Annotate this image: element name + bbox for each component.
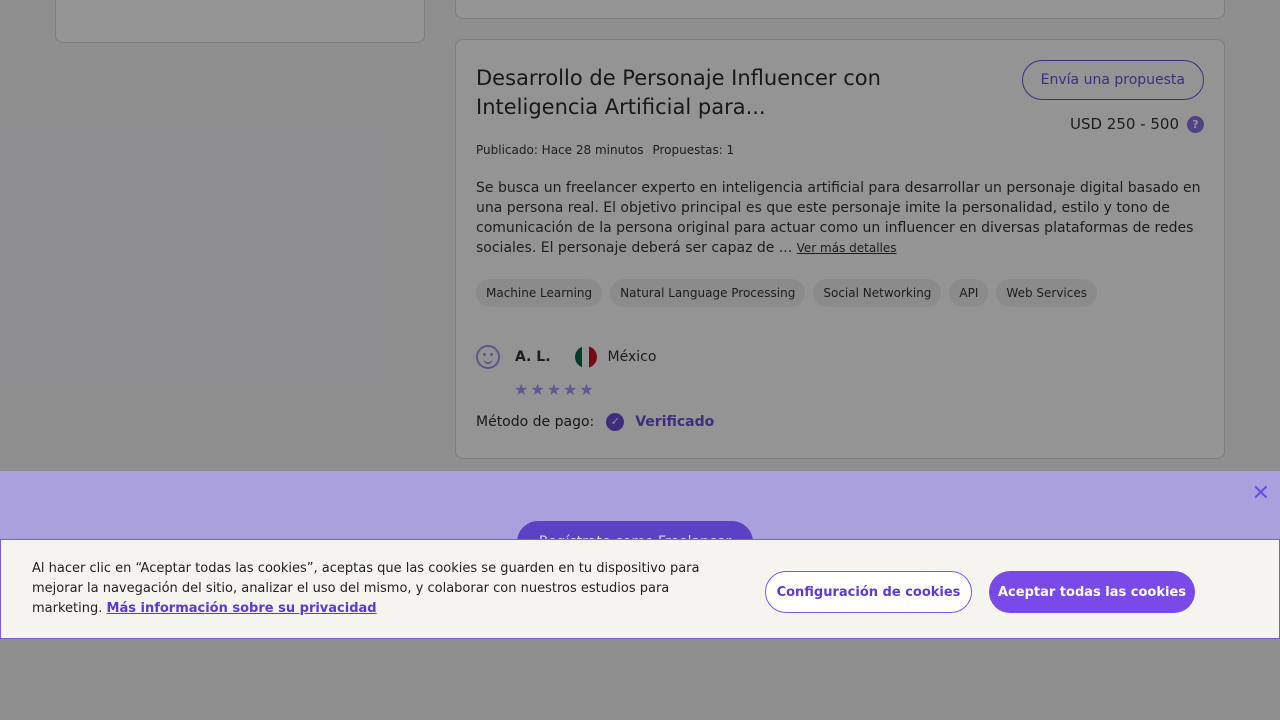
accept-cookies-button[interactable]: Aceptar todas las cookies	[989, 571, 1195, 613]
cookie-settings-button[interactable]: Configuración de cookies	[765, 571, 972, 613]
cookie-banner: Al hacer clic en “Aceptar todas las cook…	[0, 539, 1280, 639]
job-listing-page: Desarrollo de Personaje Influencer con I…	[0, 0, 1280, 720]
close-icon[interactable]: ✕	[1252, 483, 1270, 505]
cookie-message: Al hacer clic en “Aceptar todas las cook…	[32, 559, 722, 619]
privacy-link[interactable]: Más información sobre su privacidad	[107, 601, 377, 616]
